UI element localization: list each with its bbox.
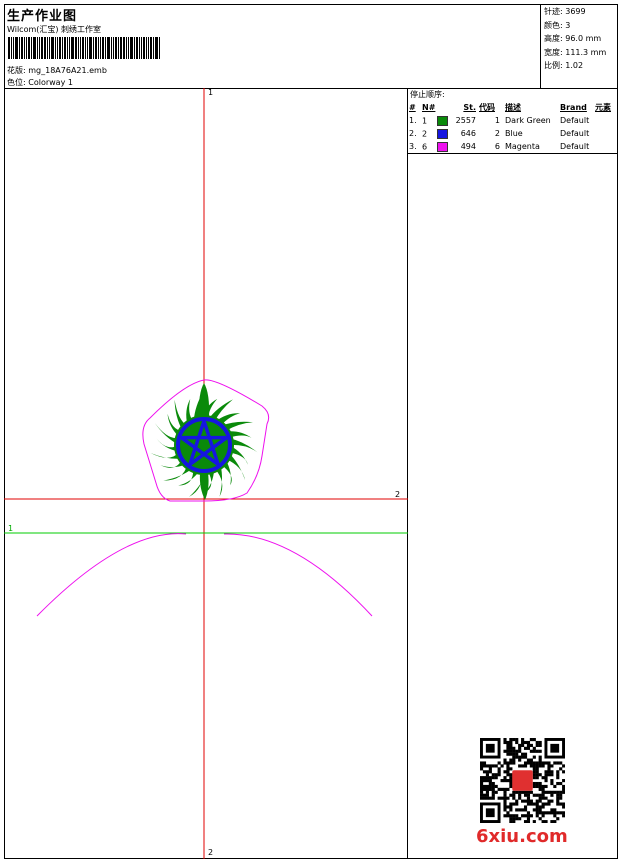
row-index: 1. xyxy=(409,116,417,125)
color-swatch xyxy=(437,141,449,152)
design-scale: 比例: 1.02 xyxy=(544,61,584,70)
row-desc: Dark Green xyxy=(505,116,551,125)
row-code: 6 xyxy=(494,142,500,151)
axis-right-label: 2 xyxy=(395,490,401,499)
col-needle: N# xyxy=(422,103,436,112)
row-stitches: 2557 xyxy=(455,116,476,125)
flame-top xyxy=(198,383,210,418)
design-height: 高度: 96.0 mm xyxy=(544,34,602,43)
row-code: 1 xyxy=(494,116,500,125)
design-file-label: 花版: mg_18A76A21.emb xyxy=(7,66,107,75)
col-desc: 描述 xyxy=(505,103,521,112)
stop-sequence-table: # N# St. 代码 描述 Brand 元素 1. 1 2557 1 Dark… xyxy=(409,101,611,153)
color-count: 颜色: 3 xyxy=(544,20,571,30)
row-needle: 6 xyxy=(422,140,452,153)
design-canvas: 1 2 2 1 xyxy=(4,88,408,859)
axis-top-label: 1 xyxy=(208,88,214,97)
col-code: 代码 xyxy=(479,103,495,112)
col-element: 元素 xyxy=(595,103,611,112)
col-brand: Brand xyxy=(560,103,587,112)
row-stitches: 494 xyxy=(460,142,476,151)
arc-left xyxy=(36,533,187,617)
design-width: 宽度: 111.3 mm xyxy=(544,47,607,57)
arc-right xyxy=(223,533,373,617)
axis-bottom-label: 2 xyxy=(208,848,214,857)
row-brand: Default xyxy=(560,129,590,138)
table-header-row: # N# St. 代码 描述 Brand 元素 xyxy=(409,101,611,114)
row-brand: Default xyxy=(560,116,590,125)
design-svg xyxy=(4,88,408,859)
sun-flames xyxy=(150,383,258,500)
studio-name: Wilcom(汇宝) 刺绣工作室 xyxy=(7,25,102,34)
page-title: 生产作业图 xyxy=(7,9,78,24)
colorway-label: 色位: Colorway 1 xyxy=(7,78,73,87)
row-desc: Blue xyxy=(505,129,523,138)
stats-panel: 针迹: 3699 颜色: 3 高度: 96.0 mm 宽度: 111.3 mm … xyxy=(540,4,618,88)
col-index: # xyxy=(409,103,416,112)
col-stitches: St. xyxy=(463,103,476,112)
stitch-count: 针迹: 3699 xyxy=(544,7,586,16)
stop-sequence-panel: 停止顺序: # N# St. 代码 描述 Brand 元素 1. 1 2557 … xyxy=(408,88,618,154)
baseline-label: 1 xyxy=(8,524,14,533)
row-index: 3. xyxy=(409,142,417,151)
color-swatch xyxy=(437,115,449,126)
row-code: 2 xyxy=(494,129,500,138)
stop-sequence-title: 停止顺序: xyxy=(410,90,445,99)
row-desc: Magenta xyxy=(505,142,540,151)
row-brand: Default xyxy=(560,142,590,151)
qr-code xyxy=(480,738,565,823)
row-index: 2. xyxy=(409,129,417,138)
header-panel: 生产作业图 Wilcom(汇宝) 刺绣工作室 花版: mg_18A76A21.e… xyxy=(4,4,618,89)
color-swatch xyxy=(437,128,449,139)
watermark-logo: 6xiu.com xyxy=(476,826,568,847)
row-stitches: 646 xyxy=(460,129,476,138)
barcode xyxy=(8,37,161,59)
row-needle: 2 xyxy=(422,127,452,140)
row-needle: 1 xyxy=(422,114,452,127)
flame-bottom xyxy=(199,473,209,500)
table-row: 1. 1 2557 1 Dark Green Default xyxy=(409,114,611,127)
table-row: 3. 6 494 6 Magenta Default xyxy=(409,140,611,153)
table-row: 2. 2 646 2 Blue Default xyxy=(409,127,611,140)
